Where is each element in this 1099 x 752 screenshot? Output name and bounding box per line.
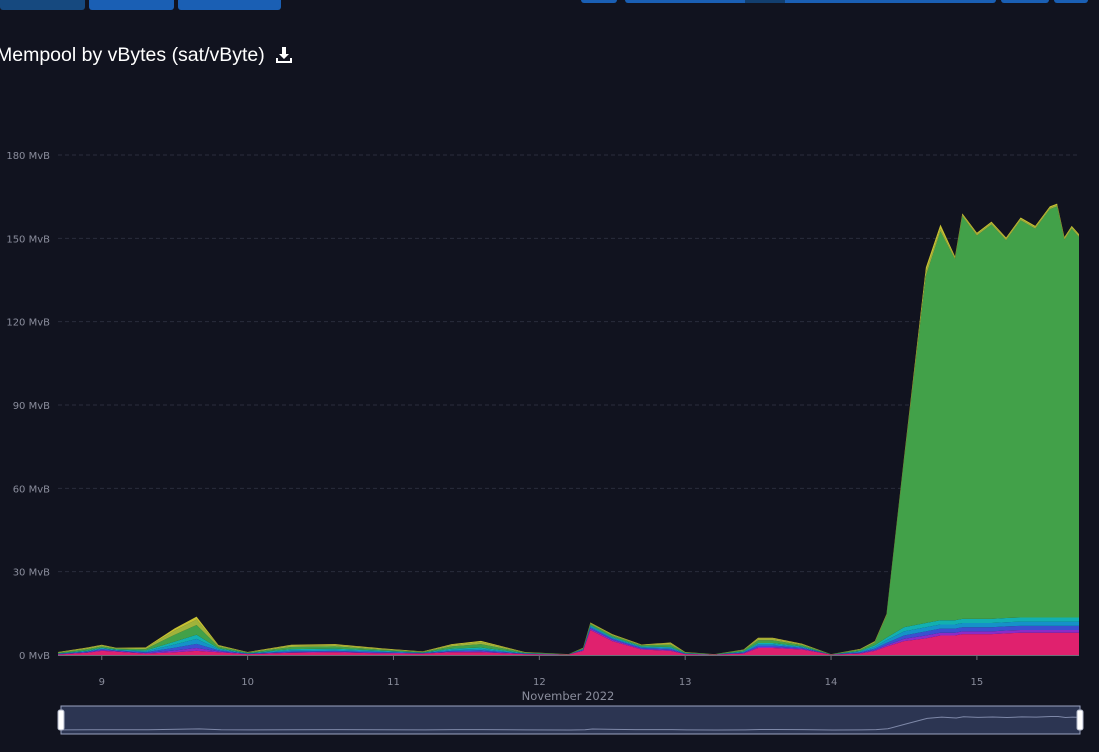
page-title: Mempool by vBytes (sat/vByte) bbox=[0, 43, 265, 66]
y-axis: 0 MvB 30 MvB 60 MvB 90 MvB 120 MvB 150 MvB 180… bbox=[6, 151, 50, 662]
zoom-handle-left[interactable] bbox=[57, 709, 65, 731]
x-tick-label: 12 bbox=[533, 677, 546, 688]
download-icon[interactable] bbox=[275, 46, 293, 64]
y-tick-label: 120 MvB bbox=[6, 318, 50, 329]
mempool-chart: 0 MvB 30 MvB 60 MvB 90 MvB 120 MvB 150 MvB 180… bbox=[6, 151, 1084, 735]
x-tick-label: 11 bbox=[387, 677, 400, 688]
x-tick-label: 10 bbox=[241, 677, 254, 688]
y-tick-label: 90 MvB bbox=[13, 401, 50, 412]
y-tick-label: 30 MvB bbox=[13, 568, 50, 579]
x-axis: 9 10 11 12 13 14 15 bbox=[58, 655, 1079, 688]
zoom-handle-right[interactable] bbox=[1076, 709, 1084, 731]
chart-header: Mempool by vBytes (sat/vByte) bbox=[0, 40, 293, 70]
x-tick-label: 9 bbox=[99, 677, 105, 688]
stacked-areas[interactable] bbox=[58, 203, 1079, 655]
y-tick-label: 0 MvB bbox=[19, 651, 50, 662]
x-axis-title: November 2022 bbox=[522, 689, 615, 703]
y-tick-label: 150 MvB bbox=[6, 234, 50, 245]
data-zoom-slider[interactable] bbox=[57, 705, 1084, 735]
x-tick-label: 13 bbox=[679, 677, 692, 688]
x-tick-label: 14 bbox=[825, 677, 838, 688]
x-tick-label: 15 bbox=[971, 677, 984, 688]
y-tick-label: 180 MvB bbox=[6, 151, 50, 162]
y-tick-label: 60 MvB bbox=[13, 484, 50, 495]
